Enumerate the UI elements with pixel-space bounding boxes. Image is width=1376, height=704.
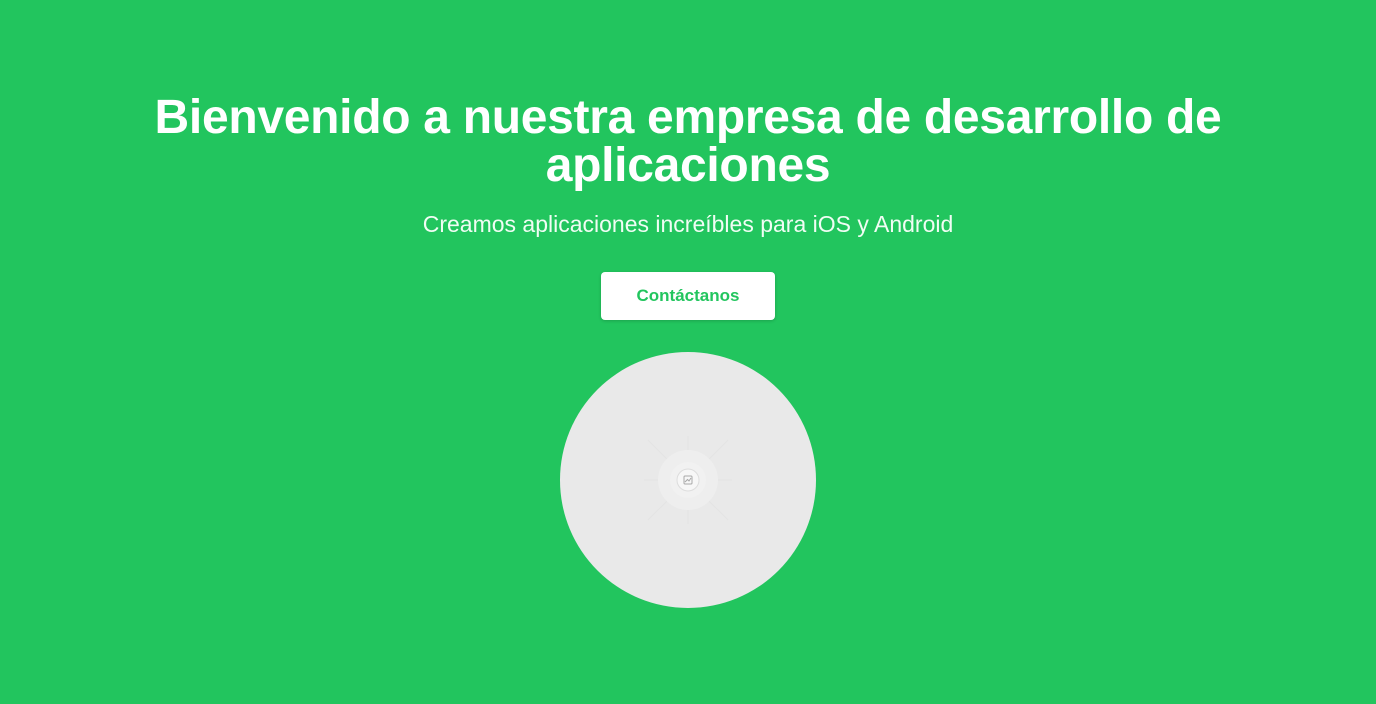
hero-title-line-2: aplicaciones bbox=[545, 139, 831, 192]
hero-image-placeholder bbox=[560, 352, 816, 608]
hero-title: Bienvenido a nuestra empresa de desarrol… bbox=[0, 94, 1376, 190]
hero-subtitle: Creamos aplicaciones increíbles para iOS… bbox=[422, 211, 954, 237]
hero-title-line-1: Bienvenido a nuestra empresa de desarrol… bbox=[154, 91, 1222, 144]
image-placeholder-icon bbox=[644, 436, 732, 524]
hero-section: Bienvenido a nuestra empresa de desarrol… bbox=[0, 0, 1376, 704]
contact-button[interactable]: Contáctanos bbox=[601, 272, 775, 320]
